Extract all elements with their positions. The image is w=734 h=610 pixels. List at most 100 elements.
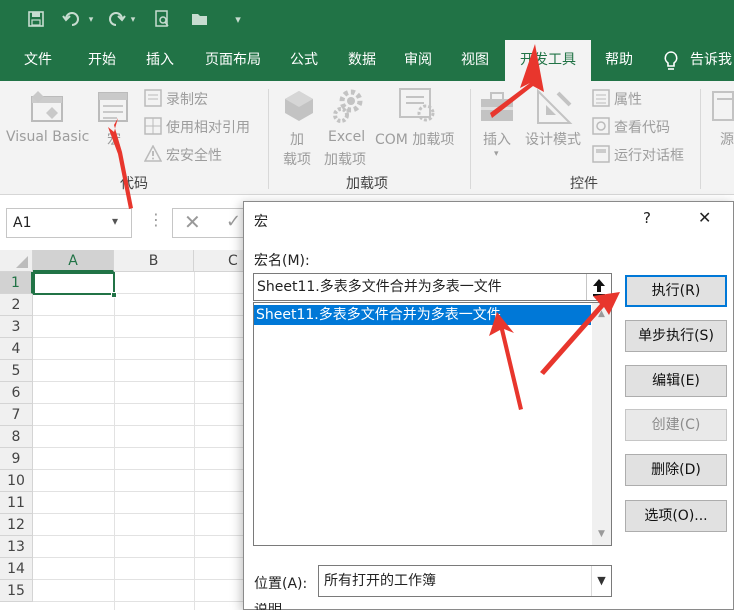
location-select[interactable]: 所有打开的工作簿	[318, 565, 612, 597]
tab-view[interactable]: 视图	[447, 40, 503, 81]
warning-icon	[143, 144, 163, 167]
row-header[interactable]: 3	[0, 316, 33, 338]
more-options-icon[interactable]: ⋮	[148, 210, 164, 229]
edit-button[interactable]: 编辑(E)	[625, 365, 727, 397]
ribbon-developer: Visual Basic 宏 录制宏 使用相对引用 宏安全性 代码 加 载项 E…	[0, 81, 734, 195]
addins-icon	[283, 89, 315, 127]
tab-help[interactable]: 帮助	[593, 40, 645, 81]
tab-page-layout[interactable]: 页面布局	[194, 40, 272, 81]
row-header[interactable]: 5	[0, 360, 33, 382]
com-addins-icon	[398, 87, 436, 127]
row-header[interactable]: 1	[0, 272, 33, 294]
tab-formulas[interactable]: 公式	[276, 40, 332, 81]
print-preview-icon[interactable]	[152, 10, 172, 30]
row-header[interactable]: 11	[0, 492, 33, 514]
create-button[interactable]: 创建(C)	[625, 409, 727, 441]
macros-button[interactable]: 宏	[107, 129, 121, 149]
save-icon[interactable]	[26, 10, 46, 30]
tell-me-search[interactable]: 告诉我	[690, 40, 734, 81]
undo-icon[interactable]	[62, 10, 82, 30]
record-macro-icon	[144, 89, 162, 111]
row-header[interactable]: 6	[0, 382, 33, 404]
customize-icon[interactable]: ▾	[228, 10, 248, 30]
active-cell-a1[interactable]	[33, 272, 115, 295]
insert-dropdown-icon[interactable]: ▾	[494, 149, 499, 159]
record-macro-button[interactable]: 录制宏	[166, 89, 208, 109]
row-header[interactable]: 12	[0, 514, 33, 536]
excel-addins-button-line2[interactable]: 加载项	[324, 149, 366, 169]
undo-dropdown-icon[interactable]: ▾	[86, 10, 96, 30]
redo-icon[interactable]	[106, 10, 126, 30]
row-header[interactable]: 7	[0, 404, 33, 426]
com-addins-button[interactable]: COM 加载项	[375, 129, 454, 149]
list-scrollbar[interactable]: ▲ ▼	[592, 303, 611, 545]
source-icon	[712, 91, 734, 125]
properties-icon	[592, 89, 610, 111]
macro-list-item[interactable]: Sheet11.多表多文件合并为多表一文件	[254, 305, 591, 325]
tab-developer[interactable]: 开发工具	[505, 40, 591, 81]
column-header-a[interactable]: A	[33, 250, 114, 272]
select-all-corner[interactable]	[0, 250, 33, 272]
row-header[interactable]: 9	[0, 448, 33, 470]
description-label: 说明	[254, 603, 282, 610]
macro-name-input[interactable]: Sheet11.多表多文件合并为多表一文件	[253, 273, 612, 301]
gridline	[33, 469, 248, 470]
row-header[interactable]: 10	[0, 470, 33, 492]
row-header[interactable]: 8	[0, 426, 33, 448]
name-box-dropdown-icon[interactable]: ▾	[112, 214, 118, 228]
insert-control-button[interactable]: 插入	[483, 129, 511, 149]
open-icon[interactable]	[190, 10, 210, 30]
tab-data[interactable]: 数据	[334, 40, 390, 81]
macro-name-value: Sheet11.多表多文件合并为多表一文件	[257, 279, 502, 295]
lightbulb-icon[interactable]	[663, 50, 679, 70]
tab-home[interactable]: 开始	[74, 40, 130, 81]
row-header[interactable]: 2	[0, 294, 33, 316]
addins-button-line1[interactable]: 加	[290, 129, 304, 149]
gridline	[33, 557, 248, 558]
dialog-title: 宏	[254, 214, 268, 230]
close-button[interactable]: ✕	[698, 208, 711, 227]
macro-list[interactable]	[253, 302, 612, 546]
column-header-b[interactable]: B	[114, 250, 194, 272]
redo-dropdown-icon[interactable]: ▾	[128, 10, 138, 30]
design-mode-button[interactable]: 设计模式	[525, 129, 581, 149]
visual-basic-button[interactable]: Visual Basic	[6, 129, 89, 145]
chevron-down-icon[interactable]: ▼	[591, 566, 611, 596]
view-code-button[interactable]: 查看代码	[614, 117, 670, 137]
visual-basic-icon	[28, 87, 68, 129]
scroll-up-icon[interactable]: ▲	[592, 309, 611, 319]
group-label-controls: 控件	[570, 176, 598, 192]
addins-button-line2[interactable]: 载项	[283, 149, 311, 169]
gridline	[33, 425, 248, 426]
help-button[interactable]: ?	[643, 209, 651, 227]
enter-icon[interactable]: ✓	[226, 211, 241, 232]
run-dialog-button[interactable]: 运行对话框	[614, 145, 684, 165]
gridline	[33, 381, 248, 382]
row-header[interactable]: 14	[0, 558, 33, 580]
location-label: 位置(A):	[254, 576, 308, 592]
row-header[interactable]: 15	[0, 580, 33, 602]
tab-review[interactable]: 审阅	[390, 40, 446, 81]
gridline	[194, 272, 195, 610]
tab-insert[interactable]: 插入	[132, 40, 188, 81]
scroll-down-icon[interactable]: ▼	[592, 529, 611, 539]
row-header[interactable]: 4	[0, 338, 33, 360]
properties-button[interactable]: 属性	[614, 89, 642, 109]
tab-file[interactable]: 文件	[10, 40, 66, 81]
gridline	[33, 491, 248, 492]
delete-button[interactable]: 删除(D)	[625, 454, 727, 486]
ref-edit-button[interactable]	[586, 274, 611, 300]
run-button[interactable]: 执行(R)	[625, 275, 727, 307]
fill-handle[interactable]	[111, 292, 117, 298]
step-into-button[interactable]: 单步执行(S)	[625, 320, 727, 352]
cancel-icon[interactable]: ✕	[184, 210, 201, 234]
location-value: 所有打开的工作簿	[324, 573, 436, 589]
relative-refs-button[interactable]: 使用相对引用	[166, 117, 250, 137]
options-button[interactable]: 选项(O)...	[625, 500, 727, 532]
macro-security-button[interactable]: 宏安全性	[166, 145, 222, 165]
gridline	[33, 447, 248, 448]
source-button[interactable]: 源	[720, 129, 734, 149]
excel-addins-button-line1[interactable]: Excel	[328, 129, 365, 145]
row-header[interactable]: 13	[0, 536, 33, 558]
gridline	[33, 403, 248, 404]
